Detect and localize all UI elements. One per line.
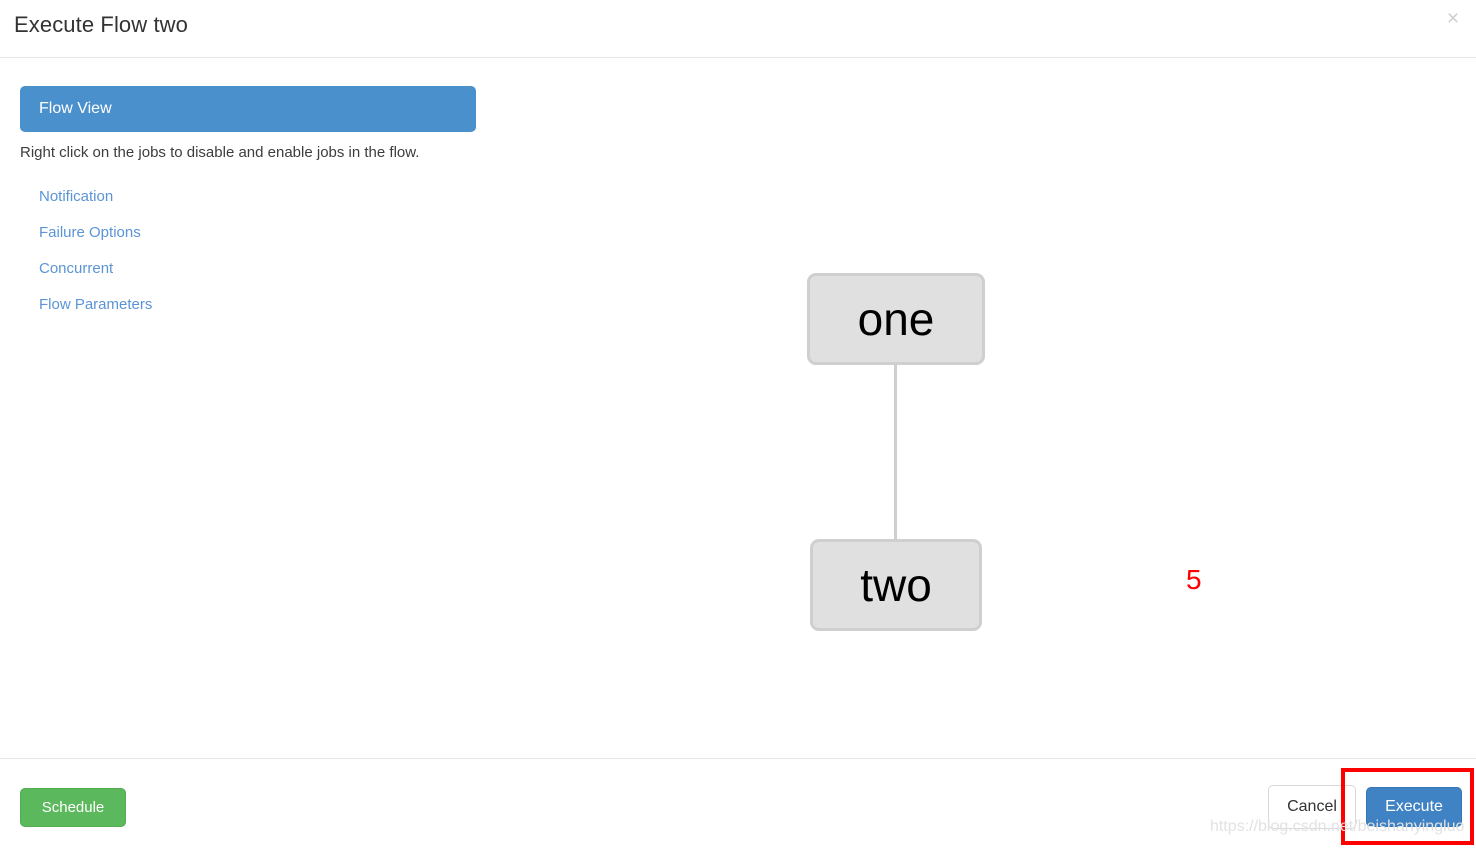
flow-edge-one-to-two [894,363,897,541]
sidebar-item-concurrent[interactable]: Concurrent [39,260,113,277]
dialog-body: Flow View Right click on the jobs to dis… [0,58,1476,758]
list-item: Notification [20,179,476,215]
sidebar-item-failure-options[interactable]: Failure Options [39,224,141,241]
flow-options-link-list: Notification Failure Options Concurrent … [20,179,476,323]
cancel-button[interactable]: Cancel [1268,785,1356,829]
annotation-step-number: 5 [1186,564,1202,595]
sidebar-item-flow-parameters[interactable]: Flow Parameters [39,296,152,313]
execute-button[interactable]: Execute [1366,787,1462,827]
flow-node-one[interactable]: one [807,273,985,365]
execute-flow-dialog: Execute Flow two × Flow View Right click… [0,0,1476,849]
close-icon[interactable]: × [1440,6,1466,32]
list-item: Concurrent [20,251,476,287]
page-title: Execute Flow two [14,12,189,37]
list-item: Failure Options [20,215,476,251]
schedule-button[interactable]: Schedule [20,788,126,827]
flow-graph-canvas[interactable]: one two 5 [500,58,1476,758]
list-item: Flow Parameters [20,287,476,323]
flow-node-two[interactable]: two [810,539,982,631]
flow-options-panel: Flow View Right click on the jobs to dis… [20,86,476,323]
tab-flow-view[interactable]: Flow View [20,86,476,132]
dialog-header: Execute Flow two × [0,0,1476,58]
dialog-footer: Schedule [0,758,1476,849]
sidebar-item-notification[interactable]: Notification [39,188,113,205]
panel-description: Right click on the jobs to disable and e… [20,144,420,161]
